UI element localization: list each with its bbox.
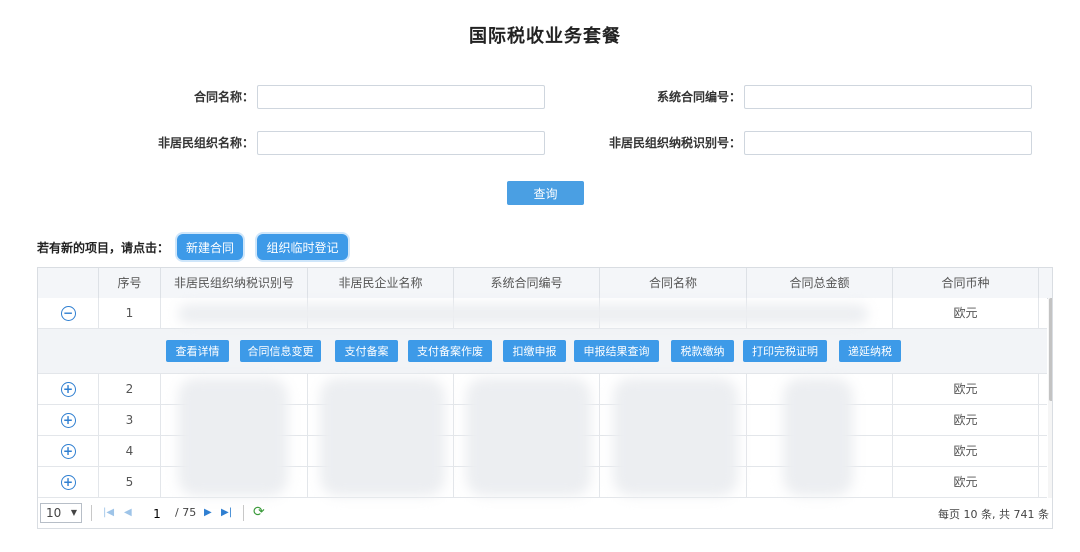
contract-change-button[interactable]: 合同信息变更 xyxy=(240,340,321,362)
page-title: 国际税收业务套餐 xyxy=(469,26,621,47)
pager-divider xyxy=(243,505,244,521)
row-toggle-cell[interactable]: + xyxy=(38,374,99,404)
new-project-prompt: 若有新的项目，请点击： xyxy=(37,241,170,255)
first-page-icon[interactable]: |◀ xyxy=(103,506,114,520)
row-index: 1 xyxy=(99,298,161,328)
redacted-content xyxy=(178,304,868,324)
redacted-content xyxy=(178,378,288,496)
declaration-query-button[interactable]: 申报结果查询 xyxy=(574,340,659,362)
pager-divider xyxy=(91,505,92,521)
header-contract-name[interactable]: 合同名称 xyxy=(600,268,747,298)
minus-circle-icon[interactable]: − xyxy=(60,306,76,321)
header-tax-id[interactable]: 非居民组织纳税识别号 xyxy=(161,268,308,298)
redacted-content xyxy=(466,378,591,496)
header-index[interactable]: 序号 xyxy=(99,268,161,298)
pagination-bar: 10 ▼ |◀ ◀ / 75 ▶ ▶| ⟳ 每页 10 条, 共 741 条 xyxy=(37,498,1053,529)
contract-name-label: 合同名称： xyxy=(193,90,254,104)
row-currency: 欧元 xyxy=(893,374,1039,404)
header-enterprise-name[interactable]: 非居民企业名称 xyxy=(308,268,454,298)
nonresident-org-name-label: 非居民组织名称： xyxy=(157,136,254,150)
row-currency: 欧元 xyxy=(893,467,1039,497)
row-currency: 欧元 xyxy=(893,298,1039,328)
header-toggle-col xyxy=(38,268,99,298)
page: 国际税收业务套餐 合同名称： 系统合同编号： 非居民组织名称： 非居民组织纳税识… xyxy=(0,0,1080,552)
nonresident-org-name-input[interactable] xyxy=(257,131,545,155)
redacted-content xyxy=(783,378,853,496)
print-certificate-button[interactable]: 打印完税证明 xyxy=(743,340,827,362)
payment-filing-button[interactable]: 支付备案 xyxy=(335,340,398,362)
row-toggle-cell[interactable]: + xyxy=(38,467,99,497)
vertical-scrollbar[interactable] xyxy=(1048,298,1052,498)
redacted-content xyxy=(613,378,738,496)
system-contract-no-label: 系统合同编号： xyxy=(656,90,741,104)
row-toggle-cell[interactable]: − xyxy=(38,298,99,328)
deferred-tax-button[interactable]: 递延纳税 xyxy=(839,340,901,362)
new-contract-button[interactable]: 新建合同 xyxy=(177,234,243,260)
payment-filing-void-button[interactable]: 支付备案作废 xyxy=(408,340,492,362)
next-page-icon[interactable]: ▶ xyxy=(204,506,212,520)
plus-circle-icon[interactable]: + xyxy=(60,444,76,459)
system-contract-no-input[interactable] xyxy=(744,85,1032,109)
row-index: 2 xyxy=(99,374,161,404)
row-actions: 查看详情 合同信息变更 支付备案 支付备案作废 扣缴申报 申报结果查询 税款缴纳… xyxy=(38,329,1047,374)
caret-down-icon: ▼ xyxy=(70,508,77,517)
tax-payment-button[interactable]: 税款缴纳 xyxy=(671,340,734,362)
scrollbar-thumb[interactable] xyxy=(1049,298,1052,401)
contract-table: 序号 非居民组织纳税识别号 非居民企业名称 系统合同编号 合同名称 合同总金额 … xyxy=(37,267,1053,529)
row-index: 4 xyxy=(99,436,161,466)
header-contract-amount[interactable]: 合同总金额 xyxy=(747,268,893,298)
row-toggle-cell[interactable]: + xyxy=(38,405,99,435)
query-button[interactable]: 查询 xyxy=(507,181,584,205)
nonresident-tax-id-label: 非居民组织纳税识别号： xyxy=(608,136,741,150)
prev-page-icon[interactable]: ◀ xyxy=(124,506,132,520)
withholding-declaration-button[interactable]: 扣缴申报 xyxy=(503,340,566,362)
table-header: 序号 非居民组织纳税识别号 非居民企业名称 系统合同编号 合同名称 合同总金额 … xyxy=(38,268,1052,299)
current-page-input[interactable] xyxy=(142,504,172,524)
row-currency: 欧元 xyxy=(893,405,1039,435)
plus-circle-icon[interactable]: + xyxy=(60,413,76,428)
last-page-icon[interactable]: ▶| xyxy=(221,506,232,520)
row-index: 3 xyxy=(99,405,161,435)
contract-name-input[interactable] xyxy=(257,85,545,109)
plus-circle-icon[interactable]: + xyxy=(60,382,76,397)
refresh-icon[interactable]: ⟳ xyxy=(253,504,265,520)
view-details-button[interactable]: 查看详情 xyxy=(166,340,229,362)
page-size-value: 10 xyxy=(46,506,62,520)
page-size-select[interactable]: 10 ▼ xyxy=(40,503,82,523)
nonresident-tax-id-input[interactable] xyxy=(744,131,1032,155)
redacted-content xyxy=(320,378,445,496)
row-currency: 欧元 xyxy=(893,436,1039,466)
plus-circle-icon[interactable]: + xyxy=(60,475,76,490)
row-toggle-cell[interactable]: + xyxy=(38,436,99,466)
temp-register-button[interactable]: 组织临时登记 xyxy=(257,234,348,260)
row-index: 5 xyxy=(99,467,161,497)
pager-summary: 每页 10 条, 共 741 条 xyxy=(938,508,1049,521)
total-pages: / 75 xyxy=(175,506,197,519)
header-currency[interactable]: 合同币种 xyxy=(893,268,1039,298)
header-system-contract-no[interactable]: 系统合同编号 xyxy=(454,268,600,298)
